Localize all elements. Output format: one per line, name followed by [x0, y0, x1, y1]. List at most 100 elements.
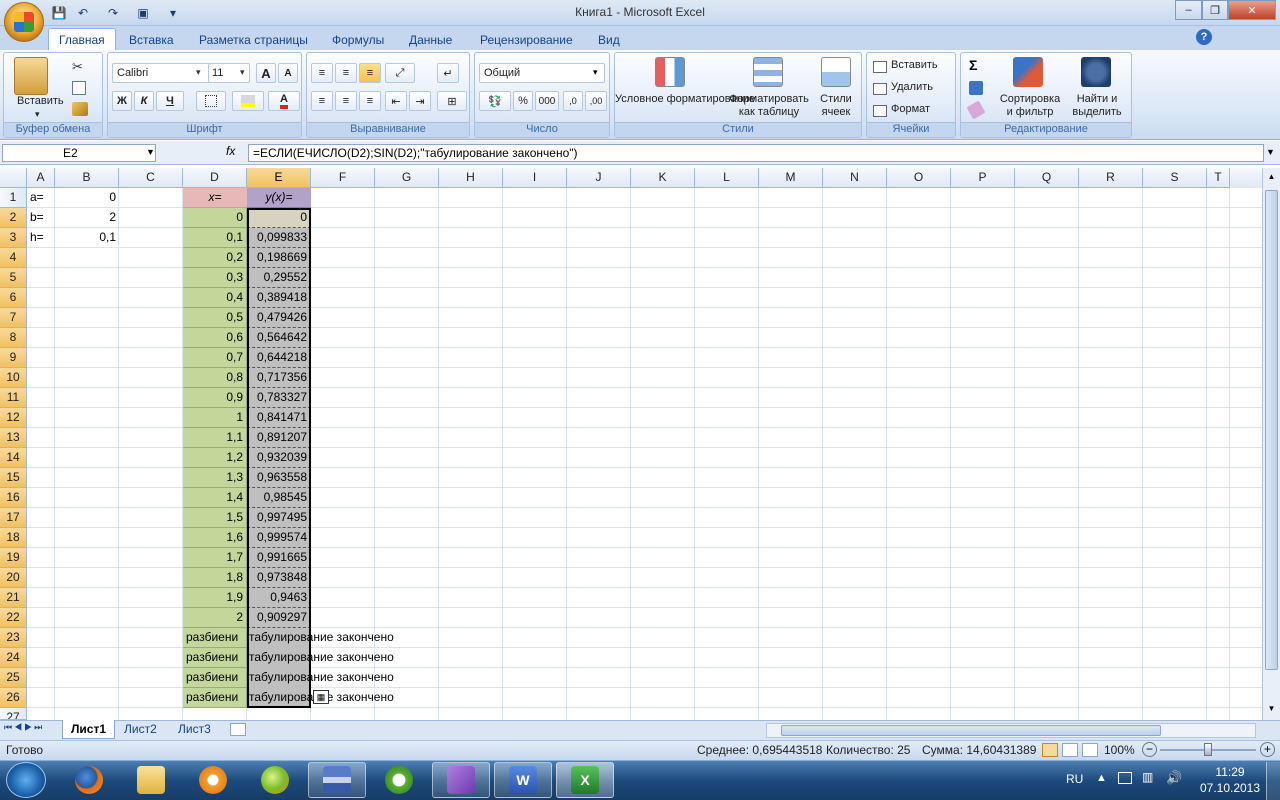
tab-insert[interactable]: Вставка	[119, 30, 184, 50]
column-header-r[interactable]: R	[1079, 168, 1143, 188]
hscroll-thumb[interactable]	[781, 725, 1161, 736]
cell-b1[interactable]: 0	[55, 188, 119, 208]
column-header-q[interactable]: Q	[1015, 168, 1079, 188]
name-box[interactable]: E2	[2, 144, 156, 162]
cell-d18[interactable]: 1,6	[183, 528, 247, 548]
cell-e10[interactable]: 0,717356	[247, 368, 311, 388]
column-header-t[interactable]: T	[1207, 168, 1230, 188]
paste-dropdown-icon[interactable]: ▾	[35, 109, 40, 120]
restore-button[interactable]: ❐	[1202, 0, 1228, 20]
tab-formulas[interactable]: Формулы	[322, 30, 394, 50]
cell-e4[interactable]: 0,198669	[247, 248, 311, 268]
increase-decimal-button[interactable]: ,0	[563, 91, 583, 111]
cell-e22[interactable]: 0,909297	[247, 608, 311, 628]
orientation-icon[interactable]: ⤢	[385, 63, 415, 83]
conditional-formatting-icon[interactable]	[655, 57, 685, 87]
cell-d2[interactable]: 0	[183, 208, 247, 228]
align-left-icon[interactable]: ≡	[311, 91, 333, 111]
tab-home[interactable]: Главная	[48, 28, 116, 51]
vertical-scrollbar[interactable]: ▲ ▼	[1262, 168, 1280, 720]
row-header-20[interactable]: 20	[0, 568, 27, 588]
cell-e11[interactable]: 0,783327	[247, 388, 311, 408]
explorer-task[interactable]	[122, 762, 180, 798]
number-format-select[interactable]: Общий	[479, 63, 605, 83]
column-header-c[interactable]: C	[119, 168, 183, 188]
row-header-13[interactable]: 13	[0, 428, 27, 448]
sheet-tab-2[interactable]: Лист2	[116, 720, 165, 739]
cell-e19[interactable]: 0,991665	[247, 548, 311, 568]
fill-icon[interactable]	[969, 81, 983, 95]
cell-d11[interactable]: 0,9	[183, 388, 247, 408]
app-task-green[interactable]	[246, 762, 304, 798]
save-app-task[interactable]	[308, 762, 366, 798]
decrease-indent-icon[interactable]: ⇤	[385, 91, 407, 111]
cell-e9[interactable]: 0,644218	[247, 348, 311, 368]
start-button[interactable]	[6, 762, 46, 798]
column-header-i[interactable]: I	[503, 168, 567, 188]
number-format-dropdown-icon[interactable]: ▾	[593, 67, 598, 78]
autosum-button[interactable]: Σ	[969, 57, 977, 73]
cell-d17[interactable]: 1,5	[183, 508, 247, 528]
format-cells-button[interactable]: Формат	[891, 103, 930, 115]
column-header-g[interactable]: G	[375, 168, 439, 188]
sheet-nav-icon[interactable]: ⏮◀▶⏭	[4, 722, 44, 733]
cell-e18[interactable]: 0,999574	[247, 528, 311, 548]
tray-arrow-icon[interactable]: ▲	[1096, 772, 1107, 784]
insert-sheet-icon[interactable]	[230, 723, 246, 736]
normal-view-icon[interactable]	[1042, 743, 1058, 757]
cell-e8[interactable]: 0,564642	[247, 328, 311, 348]
cell-d19[interactable]: 1,7	[183, 548, 247, 568]
column-header-o[interactable]: O	[887, 168, 951, 188]
cell-d3[interactable]: 0,1	[183, 228, 247, 248]
row-header-26[interactable]: 26	[0, 688, 27, 708]
cell-e24[interactable]: табулирование закончено	[247, 648, 447, 668]
row-header-27[interactable]: 27	[0, 708, 27, 720]
format-cells-icon[interactable]	[873, 105, 887, 117]
excel-task[interactable]: X	[556, 762, 614, 798]
row-header-9[interactable]: 9	[0, 348, 27, 368]
column-header-s[interactable]: S	[1143, 168, 1207, 188]
vs-app-task[interactable]	[432, 762, 490, 798]
cell-d16[interactable]: 1,4	[183, 488, 247, 508]
row-header-6[interactable]: 6	[0, 288, 27, 308]
delete-cells-icon[interactable]	[873, 83, 887, 95]
cell-e3[interactable]: 0,099833	[247, 228, 311, 248]
cell-d7[interactable]: 0,5	[183, 308, 247, 328]
row-header-23[interactable]: 23	[0, 628, 27, 648]
cell-a3[interactable]: h=	[27, 228, 55, 248]
cell-d9[interactable]: 0,7	[183, 348, 247, 368]
column-header-h[interactable]: H	[439, 168, 503, 188]
tab-page-layout[interactable]: Разметка страницы	[189, 30, 318, 50]
expand-formula-icon[interactable]: ▼	[1266, 147, 1275, 157]
thousands-button[interactable]: 000	[535, 91, 559, 111]
cell-d23[interactable]: разбиени	[183, 628, 247, 648]
row-header-22[interactable]: 22	[0, 608, 27, 628]
name-box-dropdown-icon[interactable]: ▼	[146, 147, 155, 157]
tab-data[interactable]: Данные	[399, 30, 462, 50]
fx-icon[interactable]: fx	[226, 144, 235, 158]
cell-d22[interactable]: 2	[183, 608, 247, 628]
wrap-text-icon[interactable]: ↵	[437, 63, 459, 83]
cut-icon[interactable]: ✂	[72, 59, 88, 74]
row-header-18[interactable]: 18	[0, 528, 27, 548]
clear-icon[interactable]	[966, 100, 986, 120]
tray-flag-icon[interactable]	[1118, 772, 1132, 784]
cell-styles-icon[interactable]	[821, 57, 851, 87]
sort-filter-icon[interactable]	[1013, 57, 1043, 87]
font-family-dropdown-icon[interactable]: ▾	[196, 67, 201, 78]
row-header-15[interactable]: 15	[0, 468, 27, 488]
insert-cells-button[interactable]: Вставить	[891, 59, 938, 71]
scroll-down-icon[interactable]: ▼	[1265, 704, 1278, 716]
cell-d4[interactable]: 0,2	[183, 248, 247, 268]
scroll-thumb[interactable]	[1265, 190, 1278, 670]
column-header-b[interactable]: B	[55, 168, 119, 188]
network-icon[interactable]: ▥	[1142, 770, 1153, 784]
row-header-10[interactable]: 10	[0, 368, 27, 388]
select-all-corner[interactable]	[0, 168, 27, 188]
format-as-table-icon[interactable]	[753, 57, 783, 87]
align-right-icon[interactable]: ≡	[359, 91, 381, 111]
formula-input[interactable]: =ЕСЛИ(ЕЧИСЛО(D2);SIN(D2);"табулирование …	[248, 144, 1264, 162]
cell-d15[interactable]: 1,3	[183, 468, 247, 488]
cell-e5[interactable]: 0,29552	[247, 268, 311, 288]
column-header-l[interactable]: L	[695, 168, 759, 188]
